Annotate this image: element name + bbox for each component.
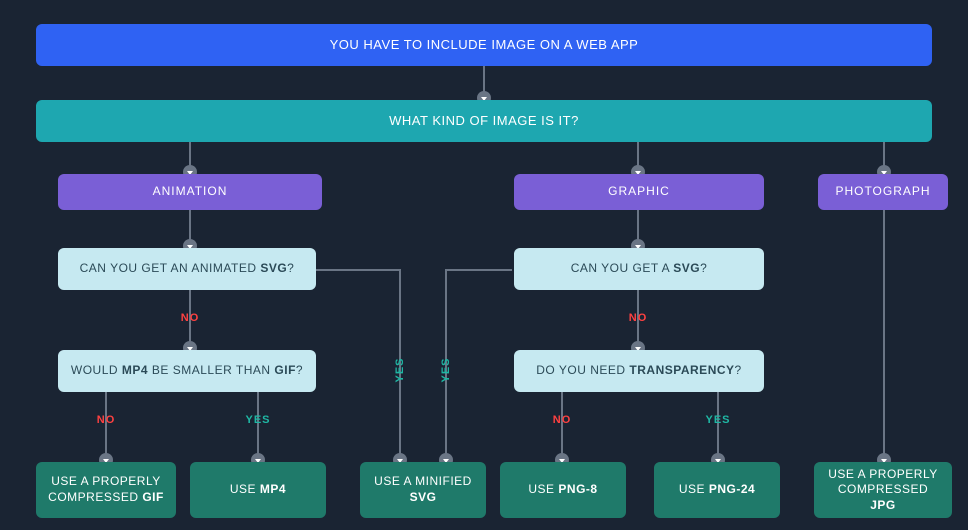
edge-label-no: NO	[553, 414, 572, 426]
question-graphic-svg: CAN YOU GET A SVG?	[514, 248, 764, 290]
edge-label-yes: YES	[245, 414, 270, 426]
question-kind: WHAT KIND OF IMAGE IS IT?	[36, 100, 932, 142]
start-node: YOU HAVE TO INCLUDE IMAGE ON A WEB APP	[36, 24, 932, 66]
category-photograph: PHOTOGRAPH	[818, 174, 948, 210]
output-jpg: USE A PROPERLY COMPRESSED JPG	[814, 462, 952, 518]
output-mp4: USE MP4	[190, 462, 326, 518]
question-transparency: DO YOU NEED TRANSPARENCY?	[514, 350, 764, 392]
edge-label-yes: YES	[394, 357, 406, 382]
edge-label-yes: YES	[705, 414, 730, 426]
category-graphic: GRAPHIC	[514, 174, 764, 210]
edge-label-no: NO	[181, 312, 200, 324]
edge-label-no: NO	[629, 312, 648, 324]
category-animation: ANIMATION	[58, 174, 322, 210]
question-mp4-smaller: WOULD MP4 BE SMALLER THAN GIF?	[58, 350, 316, 392]
output-png8: USE PNG-8	[500, 462, 626, 518]
question-animated-svg: CAN YOU GET AN ANIMATED SVG?	[58, 248, 316, 290]
output-gif: USE A PROPERLY COMPRESSED GIF	[36, 462, 176, 518]
edge-label-yes: YES	[440, 357, 452, 382]
output-minified-svg: USE A MINIFIED SVG	[360, 462, 486, 518]
edge-label-no: NO	[97, 414, 116, 426]
output-png24: USE PNG-24	[654, 462, 780, 518]
